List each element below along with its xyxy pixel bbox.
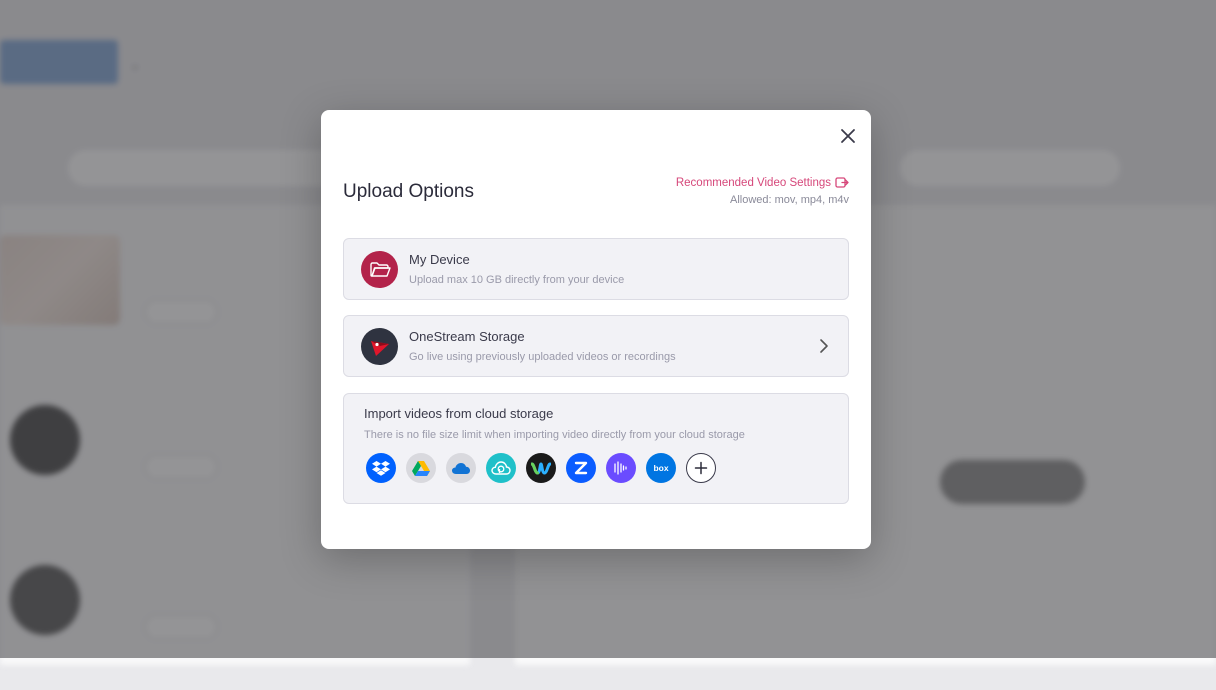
onestream-storage-title: OneStream Storage: [409, 329, 525, 344]
my-device-option[interactable]: My Device Upload max 10 GB directly from…: [343, 238, 849, 300]
folder-icon: [361, 251, 398, 288]
onestream-storage-subtitle: Go live using previously uploaded videos…: [409, 351, 676, 363]
add-more-icon[interactable]: [686, 453, 716, 483]
cloud-storage-subtitle: There is no file size limit when importi…: [364, 429, 745, 441]
onestream-storage-option[interactable]: OneStream Storage Go live using previous…: [343, 315, 849, 377]
close-button[interactable]: [835, 123, 861, 149]
box-icon[interactable]: box: [646, 453, 676, 483]
my-device-subtitle: Upload max 10 GB directly from your devi…: [409, 274, 625, 286]
onestream-logo-icon: [361, 328, 398, 365]
audio-wave-icon[interactable]: [606, 453, 636, 483]
chevron-right-icon: [820, 339, 828, 353]
modal-title: Upload Options: [343, 181, 474, 202]
pcloud-icon[interactable]: [486, 453, 516, 483]
cloud-storage-title: Import videos from cloud storage: [364, 406, 554, 421]
recommended-video-settings-label: Recommended Video Settings: [675, 176, 831, 189]
allowed-formats: Allowed: mov, mp4, m4v: [729, 194, 849, 206]
my-device-title: My Device: [409, 252, 470, 267]
external-link-icon: [835, 177, 849, 188]
google-drive-icon[interactable]: [406, 453, 436, 483]
webex-icon[interactable]: [526, 453, 556, 483]
cloud-provider-list: box: [366, 453, 716, 483]
close-icon: [841, 129, 855, 143]
dropbox-icon[interactable]: [366, 453, 396, 483]
cloud-storage-section: Import videos from cloud storage There i…: [343, 393, 849, 504]
onedrive-icon[interactable]: [446, 453, 476, 483]
recommended-video-settings-link[interactable]: Recommended Video Settings: [676, 176, 849, 189]
svg-text:box: box: [653, 463, 668, 473]
upload-options-modal: Upload Options Recommended Video Setting…: [321, 110, 871, 549]
zoom-icon[interactable]: [566, 453, 596, 483]
